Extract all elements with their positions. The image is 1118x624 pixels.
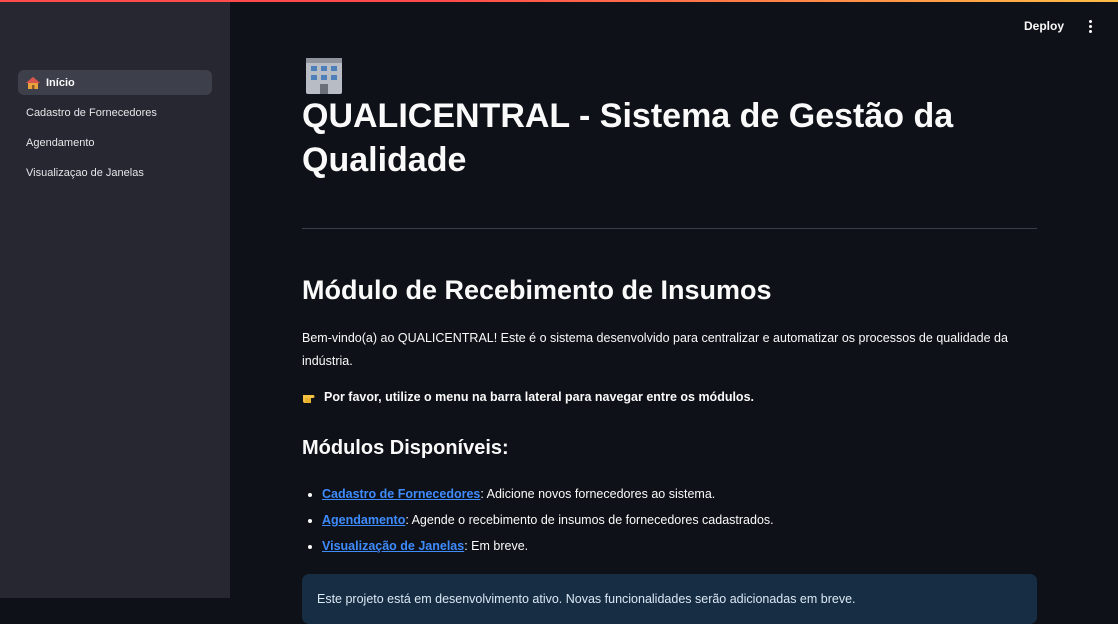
modules-title: Módulos Disponíveis:	[302, 437, 509, 459]
house-icon	[26, 76, 40, 89]
page-title-text: QUALICENTRAL - Sistema de Gestão da Qual…	[302, 97, 954, 179]
divider	[302, 228, 1037, 229]
module-description: : Agende o recebimento de insumos de for…	[405, 513, 774, 527]
modules-list: Cadastro de Fornecedores: Adicione novos…	[302, 481, 1037, 559]
link-agendamento[interactable]: Agendamento	[322, 513, 405, 527]
sidebar-nav: Início Cadastro de Fornecedores Agendame…	[18, 70, 212, 190]
sidebar-item-label: Início	[46, 76, 75, 89]
sidebar-item-cadastro-de-fornecedores[interactable]: Cadastro de Fornecedores	[18, 100, 212, 125]
list-item: Agendamento: Agende o recebimento de ins…	[322, 507, 1037, 533]
module-description: : Em breve.	[464, 539, 529, 553]
sidebar-item-label: Cadastro de Fornecedores	[26, 106, 157, 119]
top-accent-bar	[0, 0, 1118, 2]
intro-text: Bem-vindo(a) ao QUALICENTRAL! Este é o s…	[302, 331, 1008, 368]
pointing-hand-icon	[302, 390, 320, 404]
office-building-icon	[302, 56, 346, 94]
sidebar-item-label: Visualizaçao de Janelas	[26, 166, 144, 179]
section-title: Módulo de Recebimento de Insumos	[302, 275, 772, 305]
link-cadastro-de-fornecedores[interactable]: Cadastro de Fornecedores	[322, 487, 480, 501]
page-title: QUALICENTRAL - Sistema de Gestão da Qual…	[302, 56, 1037, 182]
sidebar-item-agendamento[interactable]: Agendamento	[18, 130, 212, 155]
sidebar-item-visualizacao-de-janelas[interactable]: Visualizaçao de Janelas	[18, 160, 212, 185]
list-item: Cadastro de Fornecedores: Adicione novos…	[322, 481, 1037, 507]
hint-text: Por favor, utilize o menu na barra later…	[324, 390, 754, 404]
link-visualizacao-de-janelas[interactable]: Visualização de Janelas	[322, 539, 464, 553]
info-alert: Este projeto está em desenvolvimento ati…	[302, 574, 1037, 624]
kebab-menu-icon[interactable]	[1080, 14, 1100, 38]
module-description: : Adicione novos fornecedores ao sistema…	[480, 487, 716, 501]
navigation-hint: Por favor, utilize o menu na barra later…	[302, 387, 1037, 407]
sidebar-item-inicio[interactable]: Início	[18, 70, 212, 95]
list-item: Visualização de Janelas: Em breve.	[322, 533, 1037, 559]
sidebar-item-label: Agendamento	[26, 136, 95, 149]
sidebar: Início Cadastro de Fornecedores Agendame…	[0, 0, 230, 598]
main-content: QUALICENTRAL - Sistema de Gestão da Qual…	[302, 0, 1037, 624]
